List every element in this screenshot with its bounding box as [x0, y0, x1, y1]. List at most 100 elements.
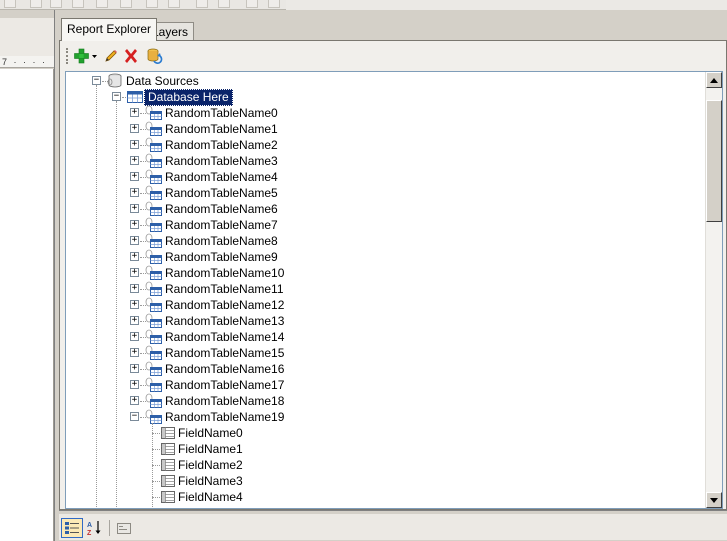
scroll-up-button[interactable] — [706, 72, 722, 88]
expander-table[interactable]: + — [130, 380, 139, 389]
tree-node-table-label: RandomTableName3 — [165, 153, 278, 168]
vertical-scrollbar[interactable] — [705, 72, 722, 508]
expander-table[interactable]: + — [130, 300, 139, 309]
tree-node-table[interactable]: RandomTableName3 — [143, 153, 280, 169]
expander-table[interactable]: + — [130, 156, 139, 165]
report-explorer-panel: Report Explorer Layers − Data Sources − … — [57, 10, 727, 541]
tree-node-data-sources[interactable]: Data Sources — [106, 73, 201, 89]
add-button[interactable] — [73, 46, 99, 66]
expander-table[interactable]: + — [130, 108, 139, 117]
tree-node-database-label: Database Here — [144, 88, 233, 106]
tree-node-table[interactable]: RandomTableName5 — [143, 185, 280, 201]
toolbar-ghost-button[interactable] — [196, 0, 208, 8]
expander-table[interactable]: + — [130, 220, 139, 229]
expander-table[interactable]: + — [130, 364, 139, 373]
scrollbar-thumb[interactable] — [706, 100, 722, 222]
tree-node-table-label: RandomTableName13 — [165, 313, 285, 328]
toolbar-ghost-button[interactable] — [30, 0, 42, 8]
expander-table[interactable]: + — [130, 188, 139, 197]
field-icon — [160, 458, 176, 472]
tree-node-table[interactable]: RandomTableName1 — [143, 121, 280, 137]
expander-table[interactable]: + — [130, 236, 139, 245]
table-icon — [143, 393, 163, 409]
tree-node-field[interactable]: FieldName1 — [160, 441, 245, 457]
property-pages-button[interactable] — [113, 518, 135, 538]
report-explorer-tree[interactable]: − Data Sources − Database Here + RandomTableN… — [65, 71, 723, 509]
expander-table[interactable]: + — [130, 284, 139, 293]
table-icon — [143, 281, 163, 297]
refresh-datasource-button[interactable] — [144, 46, 164, 66]
toolbar-ghost-button[interactable] — [120, 0, 132, 8]
tree-node-table[interactable]: RandomTableName9 — [143, 249, 280, 265]
expander-table[interactable]: + — [130, 316, 139, 325]
tree-node-table[interactable]: RandomTableName8 — [143, 233, 280, 249]
tree-node-table[interactable]: RandomTableName17 — [143, 377, 286, 393]
field-icon — [160, 490, 176, 504]
expander-table[interactable]: + — [130, 348, 139, 357]
toolbar-ghost-button[interactable] — [268, 0, 280, 8]
tree-node-table[interactable]: RandomTableName11 — [143, 281, 286, 297]
tree-node-table-label: RandomTableName17 — [165, 377, 285, 392]
tree-node-table[interactable]: RandomTableName6 — [143, 201, 280, 217]
explorer-toolbar — [64, 44, 726, 68]
expander-table[interactable]: + — [130, 332, 139, 341]
tree-node-table[interactable]: RandomTableName14 — [143, 329, 286, 345]
designer-header — [0, 18, 54, 58]
toolbar-ghost-button[interactable] — [50, 0, 62, 8]
expander-table[interactable]: + — [130, 172, 139, 181]
tree-node-table-label: RandomTableName6 — [165, 201, 278, 216]
tree-node-table[interactable]: RandomTableName19 — [143, 409, 286, 425]
tree-node-table[interactable]: RandomTableName10 — [143, 265, 286, 281]
tree-node-table-label: RandomTableName18 — [165, 393, 285, 408]
tree-node-table[interactable]: RandomTableName13 — [143, 313, 286, 329]
expander-table[interactable]: + — [130, 140, 139, 149]
expander-table[interactable]: + — [130, 396, 139, 405]
tree-node-database[interactable]: Database Here — [126, 88, 233, 106]
tree-node-table[interactable]: RandomTableName12 — [143, 297, 286, 313]
expander-table[interactable]: + — [130, 252, 139, 261]
scroll-down-button[interactable] — [706, 492, 722, 508]
properties-toolbar-inner: A Z — [59, 514, 727, 540]
categorized-button[interactable] — [61, 518, 83, 538]
svg-text:Z: Z — [87, 530, 92, 536]
delete-button[interactable] — [122, 46, 140, 66]
tree-node-data-sources-label: Data Sources — [126, 73, 199, 88]
expander-data-sources[interactable]: − — [92, 76, 101, 85]
tree-node-field[interactable]: FieldName3 — [160, 473, 245, 489]
pencil-icon — [105, 50, 117, 62]
toolbar-ghost-button[interactable] — [4, 0, 16, 8]
expander-table[interactable]: + — [130, 124, 139, 133]
expander-database[interactable]: − — [112, 92, 121, 101]
alphabetical-button[interactable]: A Z — [84, 518, 106, 538]
tab-report-explorer[interactable]: Report Explorer — [61, 18, 158, 41]
toolbar-ghost-button[interactable] — [246, 0, 258, 8]
tree-node-field[interactable]: FieldName4 — [160, 489, 245, 505]
tree-node-table[interactable]: RandomTableName16 — [143, 361, 286, 377]
red-x-icon — [125, 49, 137, 63]
tree-node-field[interactable]: FieldName2 — [160, 457, 245, 473]
table-icon — [143, 121, 163, 137]
edit-button[interactable] — [102, 46, 120, 66]
expander-table[interactable]: + — [130, 204, 139, 213]
tree-node-table[interactable]: RandomTableName15 — [143, 345, 286, 361]
table-icon — [143, 361, 163, 377]
design-canvas[interactable] — [0, 69, 54, 541]
expander-table[interactable]: − — [130, 412, 139, 421]
tree-node-table[interactable]: RandomTableName2 — [143, 137, 280, 153]
tree-node-field[interactable]: FieldName0 — [160, 425, 245, 441]
toolbar-ghost-button[interactable] — [218, 0, 230, 8]
toolbar-ghost-button[interactable] — [72, 0, 84, 8]
database-icon — [126, 89, 144, 105]
tree-node-table[interactable]: RandomTableName4 — [143, 169, 280, 185]
toolbar-grip[interactable] — [66, 48, 68, 64]
categorized-icon — [65, 522, 79, 534]
tree-node-table-label: RandomTableName5 — [165, 185, 278, 200]
table-icon — [143, 249, 163, 265]
toolbar-ghost-button[interactable] — [168, 0, 180, 8]
tree-node-table[interactable]: RandomTableName18 — [143, 393, 286, 409]
tree-node-table[interactable]: RandomTableName0 — [143, 105, 280, 121]
toolbar-ghost-button[interactable] — [146, 0, 158, 8]
expander-table[interactable]: + — [130, 268, 139, 277]
toolbar-ghost-button[interactable] — [96, 0, 108, 8]
tree-node-table[interactable]: RandomTableName7 — [143, 217, 280, 233]
